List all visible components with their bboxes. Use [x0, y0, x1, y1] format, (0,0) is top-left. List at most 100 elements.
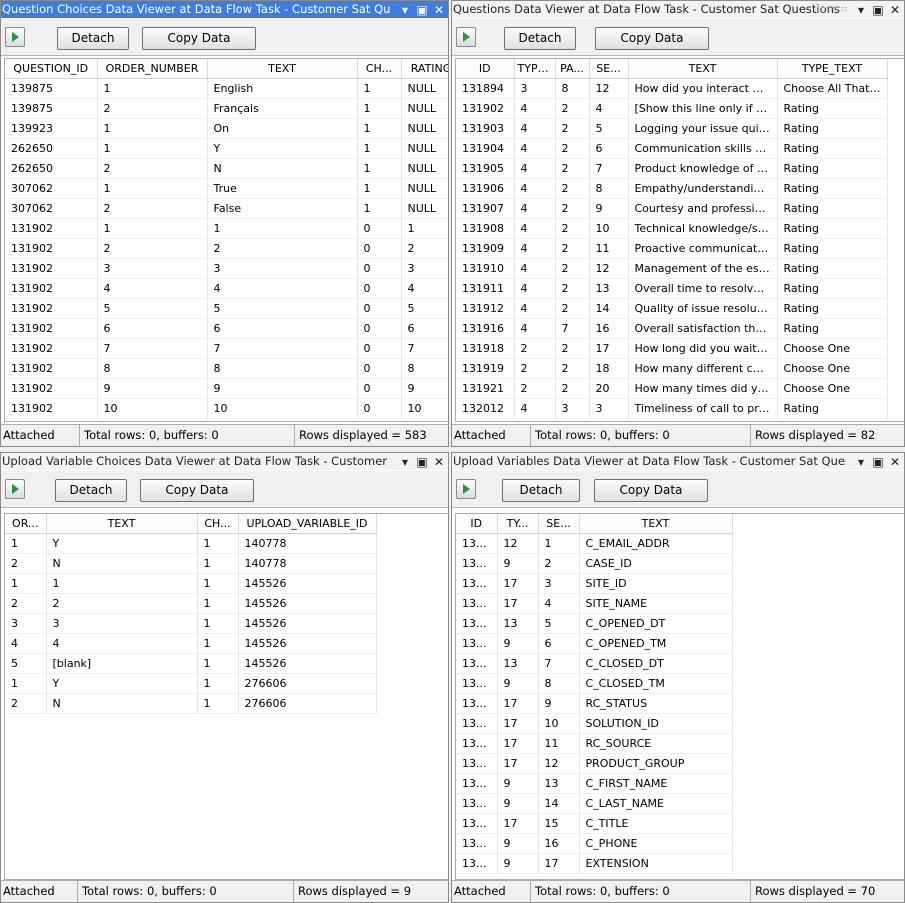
table-cell[interactable]: Quality of issue resolution... — [628, 298, 778, 319]
table-row[interactable]: 131908 4 2 10 Technical knowledge/skills... R… — [456, 218, 888, 239]
table-row[interactable]: 131904 4 2 6 Communication skills of su... Ra… — [456, 138, 888, 159]
table-cell[interactable]: 13 — [589, 278, 629, 299]
table-cell[interactable]: 3 — [207, 258, 358, 279]
table-cell[interactable]: 7 — [589, 158, 629, 179]
table-cell[interactable]: 1 — [401, 218, 448, 239]
table-cell[interactable]: 5 — [401, 298, 448, 319]
table-row[interactable]: 131916 4 7 16 Overall satisfaction the T... R… — [456, 318, 888, 339]
table-row[interactable]: 131907 4 2 9 Courtesy and professiona... Rati… — [456, 198, 888, 219]
table-cell[interactable]: 4 — [514, 218, 556, 239]
table-cell[interactable]: 8 — [555, 78, 590, 99]
table-cell[interactable]: 1 — [97, 218, 208, 239]
table-cell[interactable]: 2 — [514, 378, 556, 399]
table-cell[interactable]: 9 — [497, 793, 539, 814]
table-cell[interactable]: 5 — [5, 653, 47, 674]
table-cell[interactable]: 4 — [514, 138, 556, 159]
table-cell[interactable]: Timeliness of call to provi... — [628, 398, 778, 419]
table-row[interactable]: 2 N 1 140778 — [5, 553, 377, 574]
table-cell[interactable]: Rating — [777, 278, 888, 299]
table-cell[interactable]: 2 — [97, 98, 208, 119]
table-cell[interactable]: 139923 — [5, 118, 98, 139]
table-row[interactable]: 13... 17 15 C_TITLE — [456, 813, 733, 834]
table-cell[interactable]: 17 — [497, 713, 539, 734]
table-cell[interactable]: 9 — [497, 553, 539, 574]
table-cell[interactable]: 276606 — [238, 693, 377, 714]
table-row[interactable]: 131902 3 3 0 3 — [5, 258, 448, 279]
table-cell[interactable]: C_LAST_NAME — [579, 793, 733, 814]
table-cell[interactable]: 2 — [555, 218, 590, 239]
column-header[interactable]: TYPE_TEXT — [777, 59, 888, 79]
table-cell[interactable]: On — [207, 118, 358, 139]
table-cell[interactable]: 2 — [401, 238, 448, 259]
table-cell[interactable]: NULL — [401, 78, 448, 99]
table-cell[interactable]: Choose All That Apply — [777, 78, 888, 99]
copy-data-button[interactable]: Copy Data — [595, 27, 709, 50]
table-cell[interactable]: 1 — [197, 633, 239, 654]
table-cell[interactable]: 139875 — [5, 78, 98, 99]
table-cell[interactable]: Y — [46, 533, 198, 554]
table-row[interactable]: 131902 4 4 0 4 — [5, 278, 448, 299]
table-cell[interactable]: 0 — [357, 338, 402, 359]
table-cell[interactable]: 13... — [456, 653, 498, 674]
maximize-icon[interactable]: ▣ — [871, 455, 885, 469]
table-cell[interactable]: C_TITLE — [579, 813, 733, 834]
table-cell[interactable]: 131902 — [456, 98, 515, 119]
dropdown-icon[interactable]: ▾ — [398, 455, 412, 469]
table-cell[interactable]: 2 — [207, 238, 358, 259]
table-row[interactable]: 131912 4 2 14 Quality of issue resolution...… — [456, 298, 888, 319]
table-cell[interactable]: 1 — [197, 653, 239, 674]
play-button[interactable] — [456, 27, 476, 47]
table-cell[interactable]: 1 — [197, 573, 239, 594]
table-cell[interactable]: 14 — [538, 793, 580, 814]
table-cell[interactable]: 1 — [5, 533, 47, 554]
table-cell[interactable]: 131918 — [456, 338, 515, 359]
table-cell[interactable]: 13... — [456, 713, 498, 734]
table-cell[interactable]: C_PHONE — [579, 833, 733, 854]
table-cell[interactable]: 11 — [538, 733, 580, 754]
table-row[interactable]: 131902 10 10 0 10 — [5, 398, 448, 419]
table-cell[interactable]: Technical knowledge/skills... — [628, 218, 778, 239]
column-header[interactable]: ID — [456, 59, 515, 79]
table-cell[interactable]: 9 — [97, 378, 208, 399]
table-row[interactable]: 131909 4 2 11 Proactive communication ... Rat… — [456, 238, 888, 259]
table-cell[interactable]: 17 — [589, 338, 629, 359]
data-grid[interactable]: ID TYPE... PA... SE... TEXT TYPE_TEXT 131894 3 8… — [455, 58, 904, 422]
table-row[interactable]: 131902 7 7 0 7 — [5, 338, 448, 359]
table-cell[interactable]: 6 — [207, 318, 358, 339]
table-row[interactable]: 5 [blank] 1 145526 — [5, 653, 377, 674]
table-cell[interactable]: 2 — [5, 593, 47, 614]
table-cell[interactable]: 1 — [357, 138, 402, 159]
table-cell[interactable]: 11 — [589, 238, 629, 259]
table-cell[interactable]: 6 — [589, 138, 629, 159]
table-cell[interactable]: Proactive communication ... — [628, 238, 778, 259]
table-cell[interactable]: 9 — [497, 773, 539, 794]
table-row[interactable]: 131905 4 2 7 Product knowledge of the... Rati… — [456, 158, 888, 179]
table-cell[interactable]: 10 — [589, 218, 629, 239]
table-cell[interactable]: N — [46, 553, 198, 574]
table-cell[interactable]: Rating — [777, 138, 888, 159]
table-row[interactable]: 139923 1 On 1 NULL — [5, 118, 448, 139]
table-cell[interactable]: Rating — [777, 198, 888, 219]
table-cell[interactable]: 4 — [207, 278, 358, 299]
maximize-icon[interactable]: ▣ — [415, 3, 429, 17]
table-cell[interactable]: 1 — [357, 198, 402, 219]
table-cell[interactable]: 0 — [357, 378, 402, 399]
table-cell[interactable]: 8 — [538, 673, 580, 694]
table-cell[interactable]: 6 — [97, 318, 208, 339]
table-row[interactable]: 13... 17 11 RC_SOURCE — [456, 733, 733, 754]
table-cell[interactable]: Rating — [777, 178, 888, 199]
table-row[interactable]: 131902 6 6 0 6 — [5, 318, 448, 339]
table-cell[interactable]: 131902 — [5, 238, 98, 259]
table-cell[interactable]: How did you interact with... — [628, 78, 778, 99]
table-cell[interactable]: 12 — [538, 753, 580, 774]
table-cell[interactable]: 1 — [197, 613, 239, 634]
table-cell[interactable]: 4 — [514, 278, 556, 299]
table-cell[interactable]: 2 — [514, 358, 556, 379]
table-cell[interactable]: 2 — [555, 138, 590, 159]
table-cell[interactable]: NULL — [401, 138, 448, 159]
table-cell[interactable]: 4 — [46, 633, 198, 654]
table-cell[interactable]: 131902 — [5, 318, 98, 339]
table-cell[interactable]: 1 — [5, 573, 47, 594]
table-cell[interactable]: 4 — [514, 178, 556, 199]
table-cell[interactable]: 13 — [538, 773, 580, 794]
